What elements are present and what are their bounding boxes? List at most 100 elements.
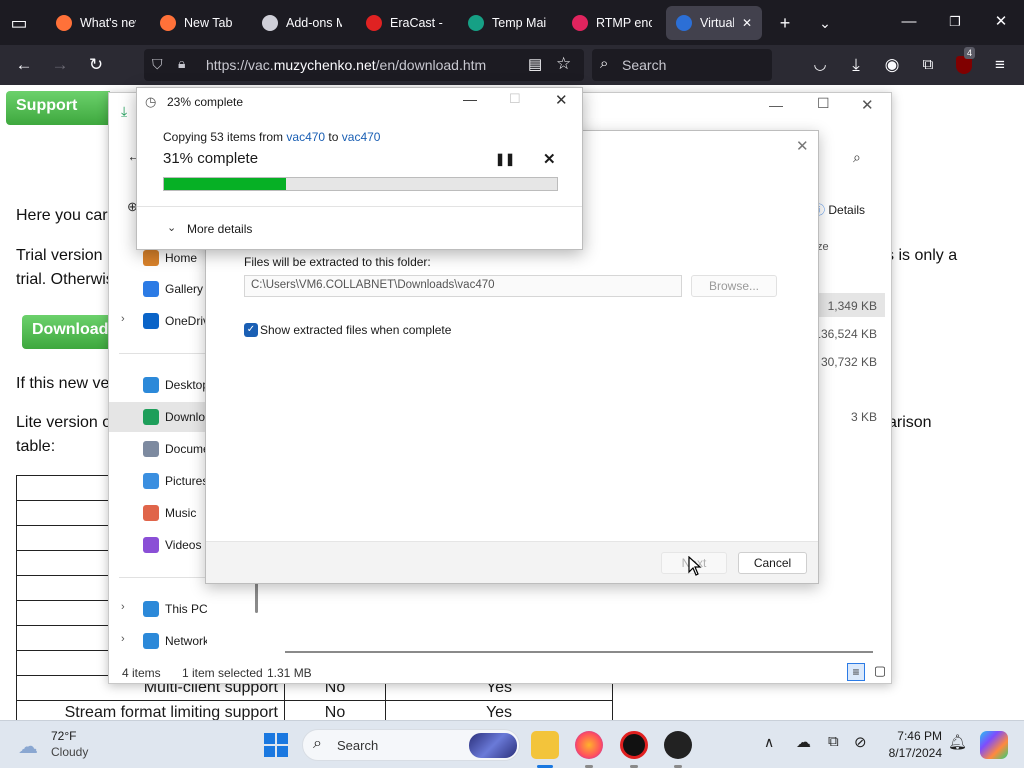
more-details-chevron-icon[interactable]: ⌄ (167, 221, 176, 234)
tab-favicon-icon (262, 15, 278, 31)
copilot-icon[interactable] (980, 731, 1008, 759)
pocket-icon[interactable]: ◡ (806, 51, 834, 79)
browser-tab[interactable]: Temp Mai (458, 6, 558, 40)
menu-icon[interactable]: ≡ (986, 51, 1014, 79)
horizontal-scrollbar[interactable] (285, 651, 873, 653)
tab-list-icon[interactable]: ▭ (6, 10, 32, 36)
nav-item-downloads[interactable]: Downloads (109, 402, 207, 432)
minimize-button[interactable]: — (886, 8, 932, 36)
nav-item-documents[interactable]: Documents (109, 434, 207, 464)
close-window-button[interactable]: ✕ (978, 8, 1024, 36)
dest-folder-link[interactable]: vac470 (342, 130, 381, 144)
url-bar[interactable]: ⛉ 🔒︎ https://vac.muzychenko.net/en/downl… (144, 49, 584, 81)
explorer-minimize-button[interactable]: — (769, 97, 783, 113)
browser-tab[interactable]: EraCast - L (356, 6, 456, 40)
downloads-icon[interactable]: ⤓ (842, 51, 870, 79)
nav-item-pictures[interactable]: Pictures (109, 466, 207, 496)
browser-tab[interactable]: RTMP enco (562, 6, 662, 40)
cancel-copy-button[interactable]: ✕ (543, 150, 556, 168)
copy-close-button[interactable]: ✕ (555, 91, 568, 109)
details-button[interactable]: ⓘ Details (813, 201, 865, 218)
nav-item-videos[interactable]: Videos (109, 530, 207, 560)
start-button[interactable] (264, 733, 288, 757)
tab-overflow-chevron-icon[interactable]: ⌄ (812, 10, 838, 36)
account-icon[interactable]: ◉ (878, 51, 906, 79)
onedrive-status-icon[interactable]: ☁ (796, 733, 811, 751)
tab-favicon-icon (676, 15, 692, 31)
tab-favicon-icon (366, 15, 382, 31)
clock-date[interactable]: 8/17/2024 (880, 746, 942, 760)
status-size: 1.31 MB (267, 666, 312, 680)
cancel-button[interactable]: Cancel (738, 552, 807, 574)
pause-button[interactable]: ❚❚ (495, 152, 515, 166)
browser-tab[interactable]: Add-ons M (252, 6, 352, 40)
browser-tab[interactable]: What's new (46, 6, 146, 40)
network-status-icon[interactable]: ⊘ (854, 733, 867, 751)
search-bar[interactable]: ⌕ Search (592, 49, 772, 81)
this-pc-icon (143, 601, 159, 617)
show-files-label[interactable]: Show extracted files when complete (260, 323, 451, 337)
url-text[interactable]: https://vac.muzychenko.net/en/download.h… (206, 57, 486, 73)
forward-button[interactable]: → (46, 51, 74, 79)
network-icon (143, 633, 159, 649)
weather-temp[interactable]: 72°F (51, 729, 76, 743)
lock-icon[interactable]: 🔒︎ (178, 55, 185, 72)
nav-pane-scrollbar[interactable] (255, 583, 258, 613)
source-folder-link[interactable]: vac470 (286, 130, 325, 144)
extensions-icon[interactable]: ⧉ (914, 51, 942, 79)
weather-condition[interactable]: Cloudy (51, 745, 88, 759)
shield-icon[interactable]: ⛉ (152, 56, 163, 73)
firefox-taskbar-icon[interactable] (575, 731, 603, 759)
ublock-icon[interactable]: 4 (950, 47, 978, 79)
bookmark-star-icon[interactable]: ☆ (556, 54, 571, 74)
file-explorer-taskbar-icon[interactable] (531, 731, 559, 759)
taskbar-search-box[interactable]: ⌕ Search (302, 729, 520, 761)
extract-folder-path-input[interactable]: C:\Users\VM6.COLLABNET\Downloads\vac470 (244, 275, 682, 297)
nav-item-desktop[interactable]: Desktop (109, 370, 207, 400)
close-tab-icon[interactable]: ✕ (742, 16, 752, 30)
gallery-icon (143, 281, 159, 297)
file-size-cell: 30,732 KB (820, 355, 877, 369)
screen-share-icon[interactable]: ⧉ (828, 733, 839, 750)
copy-maximize-button[interactable]: ☐ (509, 91, 521, 107)
nav-item-music[interactable]: Music (109, 498, 207, 528)
clock-time[interactable]: 7:46 PM (880, 729, 942, 743)
weather-cloud-icon[interactable]: ☁ (18, 734, 38, 759)
taskbar-search-icon: ⌕ (313, 735, 322, 752)
browser-tab[interactable]: Virtual A ✕ (666, 6, 762, 40)
page-paragraph-4b: table: (16, 438, 56, 455)
obs-studio-taskbar-icon[interactable] (664, 731, 692, 759)
tiles-view-icon[interactable]: ▢ (871, 663, 889, 681)
explorer-search-icon[interactable]: ⌕ (853, 149, 861, 166)
download-button[interactable]: Download (22, 315, 112, 349)
explorer-close-button[interactable]: ✕ (861, 96, 874, 114)
expand-chevron-icon[interactable]: › (121, 313, 125, 325)
reader-view-icon[interactable]: ▤ (528, 55, 542, 73)
music-icon (143, 505, 159, 521)
copy-dialog-title: 23% complete (167, 95, 244, 109)
copy-description: Copying 53 items from vac470 to vac470 (163, 130, 381, 144)
new-tab-button[interactable]: + (772, 10, 798, 36)
show-hidden-icons-chevron[interactable]: ∧ (764, 734, 774, 751)
details-view-icon[interactable]: ≡ (847, 663, 865, 681)
nav-item-label: Music (165, 506, 197, 520)
back-button[interactable]: ← (10, 51, 38, 79)
reload-button[interactable]: ↻ (82, 51, 110, 79)
copy-minimize-button[interactable]: — (463, 91, 477, 107)
search-highlight-image (469, 733, 517, 758)
browse-button[interactable]: Browse... (691, 275, 777, 297)
support-button[interactable]: Support (6, 91, 110, 125)
explorer-maximize-button[interactable]: ☐ (817, 95, 830, 112)
expand-chevron-icon[interactable]: › (121, 601, 125, 613)
page-paragraph-4a: Lite version o (16, 414, 112, 431)
nav-item-gallery[interactable]: Gallery (109, 274, 207, 304)
restore-button[interactable]: ❐ (932, 8, 978, 36)
notification-bell-icon[interactable]: 🔔︎ (948, 733, 967, 751)
show-files-checkbox[interactable]: ✓ (244, 323, 258, 337)
browser-tab[interactable]: New Tab (150, 6, 250, 40)
expand-chevron-icon[interactable]: › (121, 633, 125, 645)
more-details-link[interactable]: More details (187, 222, 252, 236)
obs-record-taskbar-icon[interactable] (620, 731, 648, 759)
desktop-icon (143, 377, 159, 393)
extract-close-button[interactable]: ✕ (796, 137, 809, 155)
